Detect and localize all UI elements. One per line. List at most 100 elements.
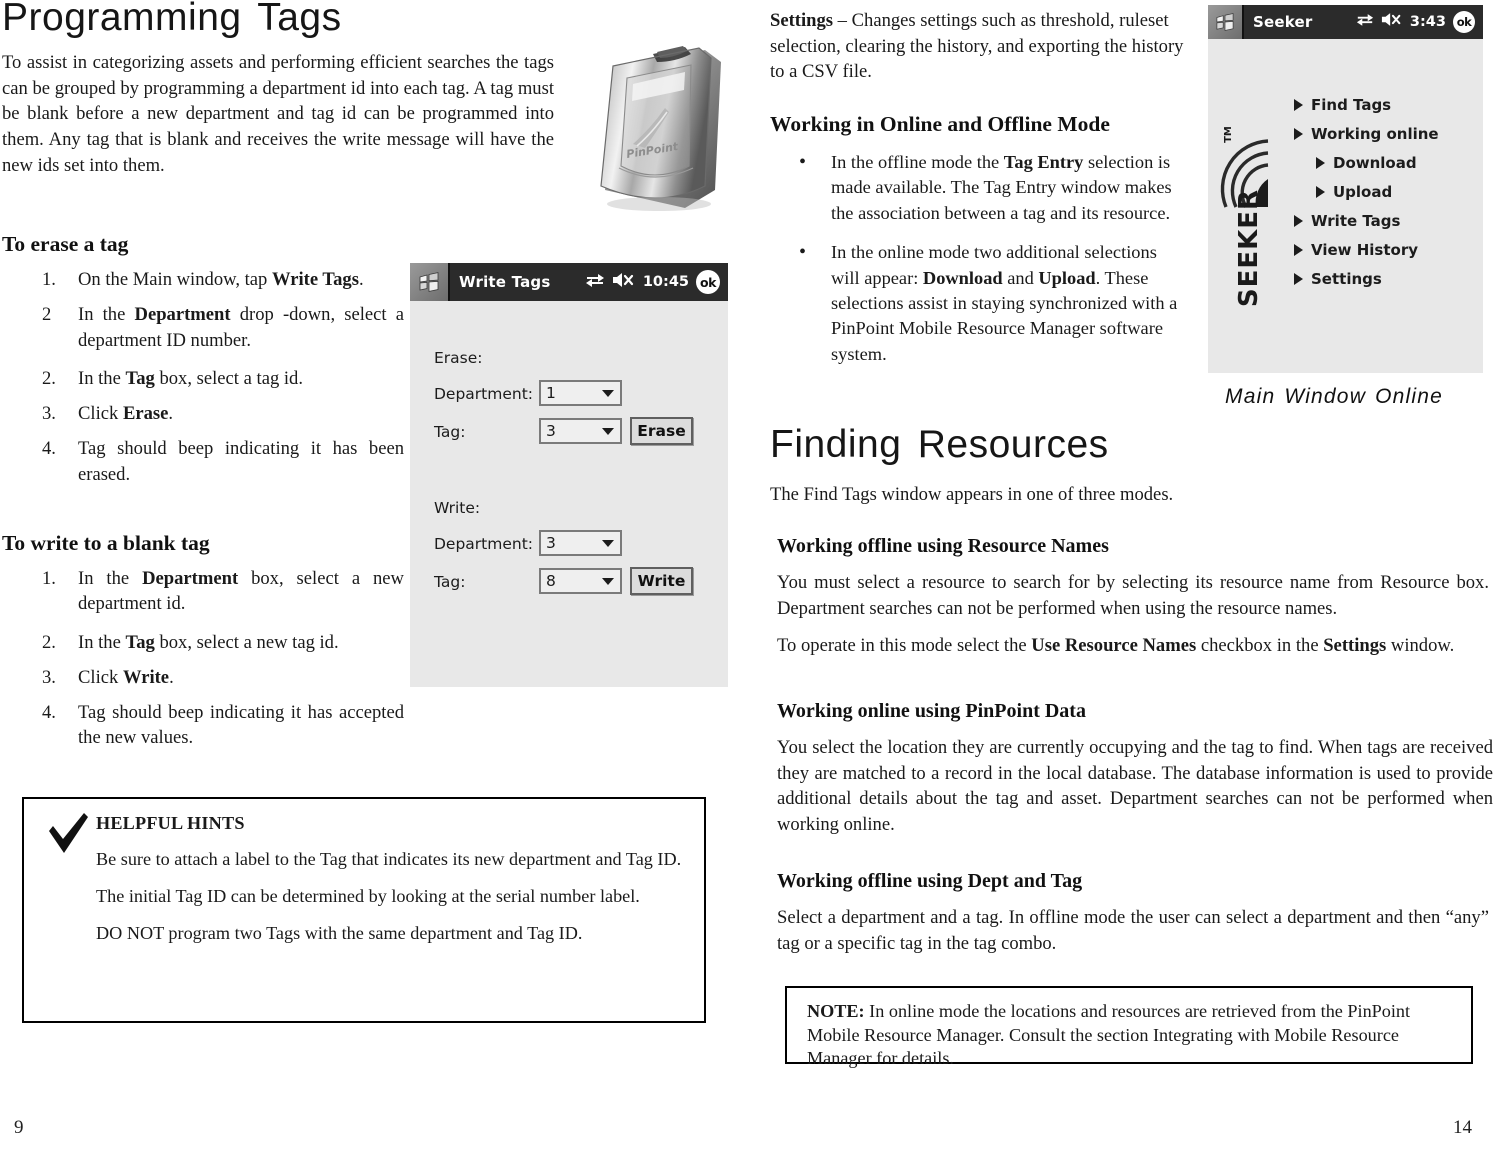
erase-tag-label: Tag: (434, 423, 466, 441)
volume-mute-icon[interactable] (1381, 12, 1403, 32)
step-text: In the Department drop -down, select a d… (78, 304, 404, 351)
seeker-screenshot-caption: Main Window Online (1225, 385, 1443, 408)
menu-item-download[interactable]: Download (1316, 154, 1417, 172)
menu-item-find-tags[interactable]: Find Tags (1294, 96, 1391, 114)
pda-clock: 3:43 (1409, 14, 1446, 30)
page-number-left: 9 (14, 1117, 24, 1138)
step-number: 4. (42, 438, 56, 460)
helpful-hints-box: HELPFUL HINTS Be sure to attach a label … (22, 797, 706, 1023)
resource-names-paragraph-2: To operate in this mode select the Use R… (777, 635, 1455, 656)
erase-button[interactable]: Erase (630, 417, 693, 445)
menu-item-upload[interactable]: Upload (1316, 183, 1392, 201)
triangle-right-icon (1294, 273, 1303, 285)
page-title-programming-tags: Programming Tags (2, 0, 342, 39)
left-page-column: Programming Tags To assist in categorizi… (0, 0, 748, 1157)
step-text: Click Erase. (78, 403, 174, 425)
checkmark-icon (46, 811, 92, 857)
menu-item-label: Download (1333, 154, 1417, 172)
triangle-right-icon (1294, 244, 1303, 256)
note-box: NOTE: In online mode the locations and r… (785, 986, 1473, 1068)
menu-item-label: Settings (1311, 270, 1382, 288)
erase-department-label: Department: (434, 385, 534, 403)
seeker-logo: TM SEEKER (1216, 125, 1278, 315)
menu-item-label: Working online (1311, 125, 1439, 143)
ok-button[interactable]: ok (1453, 11, 1475, 33)
windows-start-icon[interactable] (1208, 5, 1244, 39)
bullet-dot-icon: • (799, 241, 807, 264)
list-item: 3. Click Erase. (0, 401, 404, 426)
hints-title: HELPFUL HINTS (96, 813, 245, 833)
windows-start-icon[interactable] (410, 263, 450, 301)
step-number: 1. (42, 269, 56, 290)
write-tag-value: 8 (546, 572, 556, 590)
triangle-right-icon (1316, 186, 1325, 198)
menu-item-write-tags[interactable]: Write Tags (1294, 212, 1400, 230)
pda-form-body: Erase: Department: 1 Tag: 3 Erase Write:… (410, 301, 728, 687)
volume-mute-icon[interactable] (612, 272, 636, 293)
step-number: 3. (42, 666, 56, 688)
list-item: • In the online mode two additional sele… (765, 240, 1190, 367)
pda-window-title: Write Tags (459, 273, 551, 291)
connectivity-icon[interactable] (1356, 12, 1374, 32)
pda-title-bar: Seeker 3:43 ok (1208, 5, 1483, 39)
ok-button[interactable]: ok (696, 270, 720, 294)
write-tag-label: Tag: (434, 573, 466, 591)
hints-paragraph: The initial Tag ID can be determined by … (96, 886, 640, 907)
pinpoint-tag-device-photo: PinPoint (565, 38, 765, 218)
document-page: Programming Tags To assist in categorizi… (0, 0, 1498, 1157)
bullet-dot-icon: • (799, 151, 807, 173)
finding-resources-intro: The Find Tags window appears in one of t… (770, 484, 1174, 505)
seeker-menu-body: TM SEEKER Find Tags Working online Downl… (1208, 39, 1483, 373)
list-item: 2 In the Department drop -down, select a… (0, 302, 404, 353)
erase-tag-value: 3 (546, 422, 556, 440)
heading-working-online-pinpoint-data: Working online using PinPoint Data (777, 700, 1086, 722)
list-item: 2. In the Tag box, select a new tag id. (0, 630, 404, 655)
step-text: In the Tag box, select a new tag id. (78, 631, 339, 653)
pda-system-tray: 3:43 ok (1356, 11, 1483, 33)
menu-item-view-history[interactable]: View History (1294, 241, 1418, 259)
heading-working-offline-resource-names: Working offline using Resource Names (777, 535, 1109, 557)
heading-working-in-online-and-offline-mode: Working in Online and Offline Mode (770, 112, 1110, 136)
step-number: 3. (42, 403, 56, 425)
erase-steps-list: 1. On the Main window, tap Write Tags. 2… (0, 267, 404, 497)
write-tags-screenshot: Write Tags 10:45 ok Erase: Department: 1… (410, 263, 728, 687)
seeker-main-window-screenshot: Seeker 3:43 ok TM SEEKER Find Tags Worki… (1208, 5, 1483, 373)
write-department-label: Department: (434, 535, 534, 553)
step-number: 4. (42, 702, 56, 724)
triangle-right-icon (1316, 157, 1325, 169)
menu-item-working-online[interactable]: Working online (1294, 125, 1439, 143)
step-text: Tag should beep indicating it has accept… (78, 702, 404, 749)
bullet-text: In the offline mode the Tag Entry select… (831, 152, 1172, 223)
resource-names-paragraph-1: You must select a resource to search for… (777, 572, 1489, 619)
write-tag-combo[interactable]: 8 (539, 568, 622, 594)
step-text: In the Department box, select a new depa… (78, 568, 404, 615)
menu-item-label: View History (1311, 241, 1419, 259)
list-item: 4. Tag should beep indicating it has acc… (0, 700, 404, 751)
erase-group-label: Erase: (434, 349, 483, 367)
online-offline-bullets: • In the offline mode the Tag Entry sele… (765, 150, 1190, 381)
erase-tag-combo[interactable]: 3 (539, 418, 622, 444)
chevron-down-icon (602, 389, 614, 397)
hints-paragraph: DO NOT program two Tags with the same de… (96, 923, 583, 944)
dept-and-tag-paragraph: Select a department and a tag. In offlin… (777, 907, 1489, 954)
bullet-text: In the online mode two additional select… (831, 242, 1178, 364)
pda-window-title: Seeker (1253, 13, 1313, 31)
heading-finding-resources: Finding Resources (770, 423, 1109, 466)
list-item: • In the offline mode the Tag Entry sele… (765, 150, 1190, 226)
step-text: Click Write. (78, 666, 174, 688)
menu-item-settings[interactable]: Settings (1294, 270, 1382, 288)
chevron-down-icon (602, 539, 614, 547)
heading-to-write-to-a-blank-tag: To write to a blank tag (2, 531, 210, 555)
step-text: In the Tag box, select a tag id. (78, 367, 303, 389)
list-item: 1. On the Main window, tap Write Tags. (0, 267, 404, 292)
connectivity-icon[interactable] (585, 272, 605, 293)
pda-title-bar: Write Tags 10:45 ok (410, 263, 728, 301)
menu-item-label: Upload (1333, 183, 1393, 201)
write-button[interactable]: Write (630, 567, 693, 595)
chevron-down-icon (602, 427, 614, 435)
settings-paragraph: Settings – Changes settings such as thre… (770, 10, 1184, 83)
step-number: 2 (42, 304, 52, 326)
erase-department-combo[interactable]: 1 (539, 380, 622, 406)
write-department-combo[interactable]: 3 (539, 530, 622, 556)
erase-department-value: 1 (546, 384, 556, 402)
